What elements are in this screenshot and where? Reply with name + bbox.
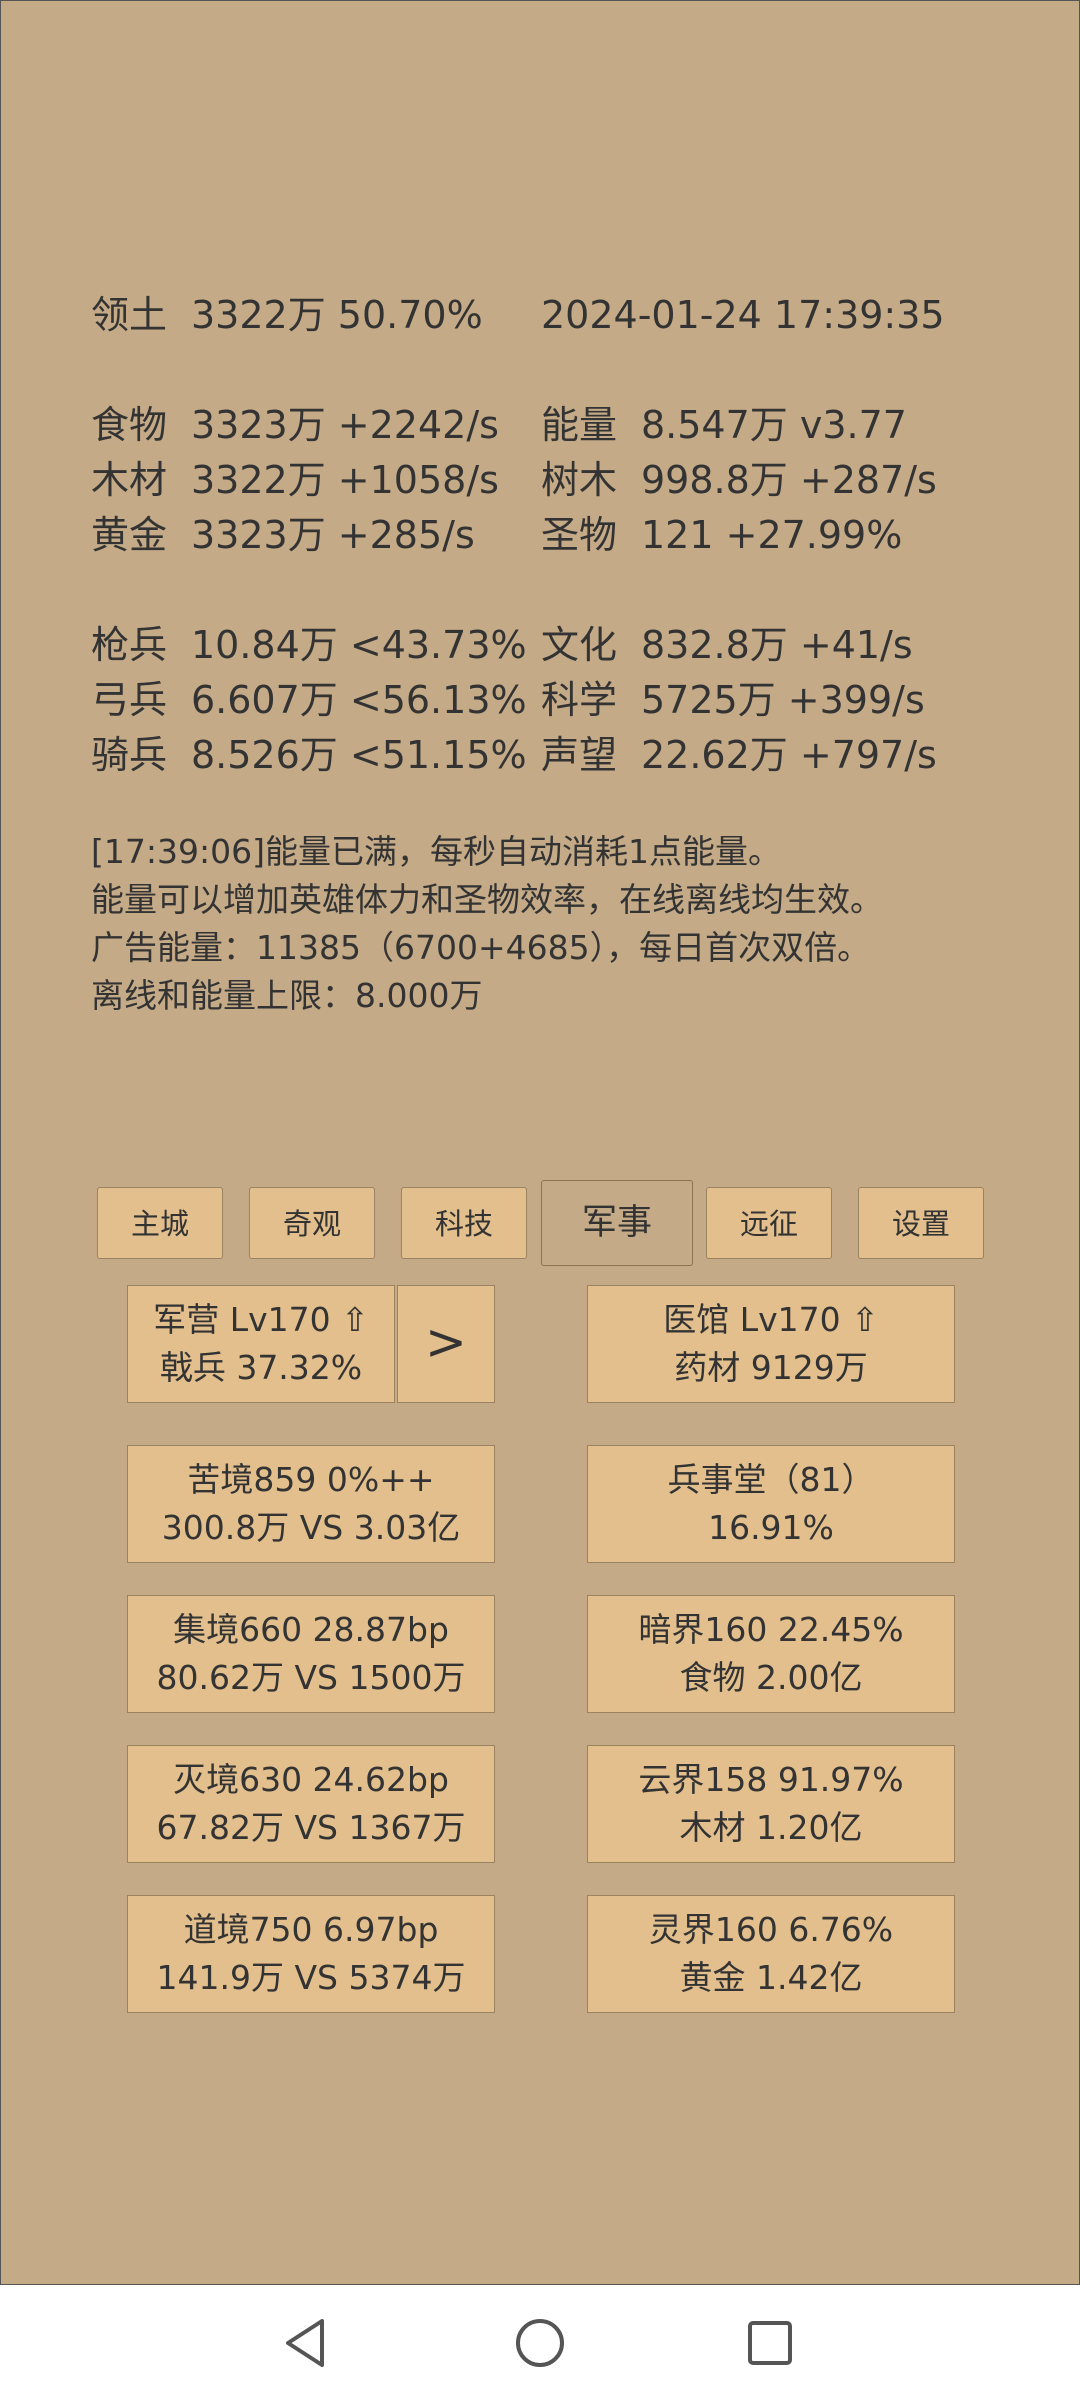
card-line1: 暗界160 22.45% — [638, 1610, 904, 1649]
card-line2: 黄金 1.42亿 — [679, 1958, 863, 1997]
stat-value: 8.526万 <51.15% — [191, 733, 527, 777]
trees-stat: 树木 998.8万 +287/s — [541, 453, 937, 508]
system-navigation-bar — [0, 2285, 1080, 2400]
science-stat: 科学 5725万 +399/s — [541, 673, 925, 728]
cavalry-stat: 骑兵 8.526万 <51.15% — [91, 728, 527, 783]
realm-button-yunjie[interactable]: 云界158 91.97% 木材 1.20亿 — [587, 1745, 955, 1863]
gold-stat: 黄金 3323万 +285/s — [91, 508, 475, 563]
tab-main-city[interactable]: 主城 — [97, 1187, 223, 1259]
realm-button-anjie[interactable]: 暗界160 22.45% 食物 2.00亿 — [587, 1595, 955, 1713]
territory-label: 领土 — [91, 293, 168, 337]
card-line1: 灵界160 6.76% — [648, 1910, 894, 1949]
stat-value: 8.547万 v3.77 — [641, 403, 907, 447]
message-line: [17:39:06]能量已满，每秒自动消耗1点能量。 — [91, 832, 781, 871]
card-line1: 道境750 6.97bp — [183, 1910, 439, 1949]
stat-label: 弓兵 — [91, 678, 168, 722]
stat-label: 能量 — [541, 403, 618, 447]
food-stat: 食物 3323万 +2242/s — [91, 398, 499, 453]
tab-military[interactable]: 军事 — [541, 1180, 693, 1266]
message-line: 能量可以增加英雄体力和圣物效率，在线离线均生效。 — [91, 880, 883, 919]
energy-stat: 能量 8.547万 v3.77 — [541, 398, 907, 453]
spearmen-stat: 枪兵 10.84万 <43.73% — [91, 618, 527, 673]
next-button[interactable]: > — [397, 1285, 495, 1403]
culture-stat: 文化 832.8万 +41/s — [541, 618, 913, 673]
stat-label: 木材 — [91, 458, 168, 502]
back-icon[interactable] — [280, 2315, 332, 2371]
military-hall-button[interactable]: 兵事堂（81） 16.91% — [587, 1445, 955, 1563]
message-line: 广告能量：11385（6700+4685），每日首次双倍。 — [91, 928, 871, 967]
stat-value: 998.8万 +287/s — [641, 458, 937, 502]
realm-button-lingjie[interactable]: 灵界160 6.76% 黄金 1.42亿 — [587, 1895, 955, 2013]
game-screen: 领土 3322万 50.70% 2024-01-24 17:39:35 食物 332… — [0, 0, 1080, 2285]
card-line2: 141.9万 VS 5374万 — [156, 1958, 466, 1997]
realm-button-kujing[interactable]: 苦境859 0%++ 300.8万 VS 3.03亿 — [127, 1445, 495, 1563]
prestige-stat: 声望 22.62万 +797/s — [541, 728, 937, 783]
stat-label: 文化 — [541, 623, 618, 667]
recents-icon[interactable] — [744, 2315, 796, 2371]
stat-value: 10.84万 <43.73% — [191, 623, 527, 667]
stat-label: 圣物 — [541, 513, 618, 557]
tab-wonders[interactable]: 奇观 — [249, 1187, 375, 1259]
message-line: 离线和能量上限：8.000万 — [91, 976, 483, 1015]
card-line2: 16.91% — [708, 1508, 834, 1547]
realm-button-miejing[interactable]: 灭境630 24.62bp 67.82万 VS 1367万 — [127, 1745, 495, 1863]
hospital-button[interactable]: 医馆 Lv170 ⇧ 药材 9129万 — [587, 1285, 955, 1403]
stat-value: 121 +27.99% — [641, 513, 903, 557]
stat-value: 3322万 +1058/s — [191, 458, 499, 502]
stat-label: 科学 — [541, 678, 618, 722]
card-line1: 灭境630 24.62bp — [173, 1760, 449, 1799]
barracks-button[interactable]: 军营 Lv170 ⇧ 戟兵 37.32% — [127, 1285, 395, 1403]
archers-stat: 弓兵 6.607万 <56.13% — [91, 673, 527, 728]
card-line1: 云界158 91.97% — [638, 1760, 904, 1799]
card-line2: 木材 1.20亿 — [679, 1808, 863, 1847]
stat-value: 6.607万 <56.13% — [191, 678, 527, 722]
tab-technology[interactable]: 科技 — [401, 1187, 527, 1259]
stat-value: 22.62万 +797/s — [641, 733, 937, 777]
tab-settings[interactable]: 设置 — [858, 1187, 984, 1259]
hospital-title: 医馆 Lv170 ⇧ — [663, 1300, 879, 1339]
barracks-detail: 戟兵 37.32% — [159, 1348, 363, 1387]
relics-stat: 圣物 121 +27.99% — [541, 508, 902, 563]
card-line1: 苦境859 0%++ — [187, 1460, 435, 1499]
card-line2: 食物 2.00亿 — [679, 1658, 863, 1697]
card-line2: 300.8万 VS 3.03亿 — [161, 1508, 461, 1547]
card-line2: 80.62万 VS 1500万 — [156, 1658, 466, 1697]
current-datetime: 2024-01-24 17:39:35 — [541, 293, 945, 337]
realm-button-jijing[interactable]: 集境660 28.87bp 80.62万 VS 1500万 — [127, 1595, 495, 1713]
realm-button-daojing[interactable]: 道境750 6.97bp 141.9万 VS 5374万 — [127, 1895, 495, 2013]
territory-value: 3322万 50.70% — [191, 293, 483, 337]
stat-value: 3323万 +285/s — [191, 513, 475, 557]
territory-stat: 领土 3322万 50.70% — [91, 288, 483, 343]
barracks-title: 军营 Lv170 ⇧ — [153, 1300, 369, 1339]
stat-label: 声望 — [541, 733, 618, 777]
card-line1: 兵事堂（81） — [667, 1460, 875, 1499]
stat-value: 832.8万 +41/s — [641, 623, 913, 667]
card-line1: 集境660 28.87bp — [173, 1610, 449, 1649]
card-line2: 67.82万 VS 1367万 — [156, 1808, 466, 1847]
stat-label: 枪兵 — [91, 623, 168, 667]
wood-stat: 木材 3322万 +1058/s — [91, 453, 499, 508]
stat-label: 食物 — [91, 403, 168, 447]
stat-label: 骑兵 — [91, 733, 168, 777]
stat-label: 树木 — [541, 458, 618, 502]
tab-expedition[interactable]: 远征 — [706, 1187, 832, 1259]
stat-label: 黄金 — [91, 513, 168, 557]
home-icon[interactable] — [512, 2315, 568, 2371]
stat-value: 5725万 +399/s — [641, 678, 925, 722]
hospital-detail: 药材 9129万 — [674, 1348, 868, 1387]
stat-value: 3323万 +2242/s — [191, 403, 499, 447]
